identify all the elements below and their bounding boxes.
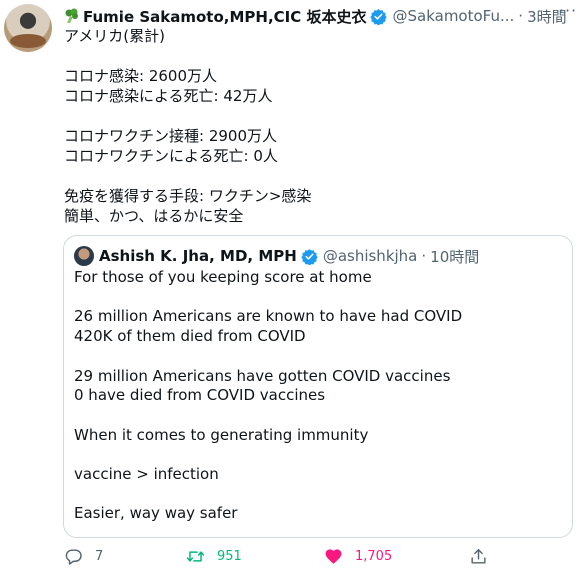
author-avatar[interactable] <box>4 4 52 52</box>
quoted-tweet[interactable]: Ashish K. Jha, MD, MPH @ashishkjha · 10時… <box>63 235 573 538</box>
reply-icon <box>65 548 82 565</box>
reply-button[interactable]: 7 <box>64 544 103 568</box>
broccoli-icon <box>65 8 78 23</box>
quoted-tweet-timestamp: 10時間 <box>430 247 480 266</box>
author-name[interactable]: Fumie Sakamoto,MPH,CIC 坂本史衣 <box>83 6 366 27</box>
separator-dot: · <box>518 7 524 25</box>
retweet-button[interactable]: 951 <box>186 544 242 568</box>
share-icon <box>471 548 486 564</box>
quoted-tweet-text: For those of you keeping score at home 2… <box>74 268 463 523</box>
quoted-author-handle: @ashishkjha <box>322 247 418 265</box>
share-button[interactable] <box>469 544 488 568</box>
separator-dot: · <box>421 247 427 265</box>
tweet-actions: 7 951 1,705 <box>60 544 500 568</box>
reply-count: 7 <box>95 548 104 564</box>
tweet-text: アメリカ(累計) コロナ感染: 2600万人 コロナ感染による死亡: 42万人 … <box>64 27 312 225</box>
verified-badge-icon <box>370 8 388 25</box>
heart-icon <box>325 548 342 564</box>
quoted-author-avatar <box>74 246 94 266</box>
like-count: 1,705 <box>355 548 393 564</box>
more-icon[interactable]: ··· <box>556 0 580 20</box>
quoted-tweet-header: Ashish K. Jha, MD, MPH @ashishkjha · 10時… <box>74 245 479 267</box>
retweet-count: 951 <box>217 548 242 564</box>
like-button[interactable]: 1,705 <box>324 544 392 568</box>
retweet-icon <box>186 550 205 562</box>
verified-badge-icon <box>301 248 318 265</box>
tweet-header: Fumie Sakamoto,MPH,CIC 坂本史衣 @SakamotoFu.… <box>64 6 576 26</box>
quoted-author-name: Ashish K. Jha, MD, MPH <box>99 247 297 265</box>
author-handle[interactable]: @SakamotoFu... <box>392 7 514 25</box>
